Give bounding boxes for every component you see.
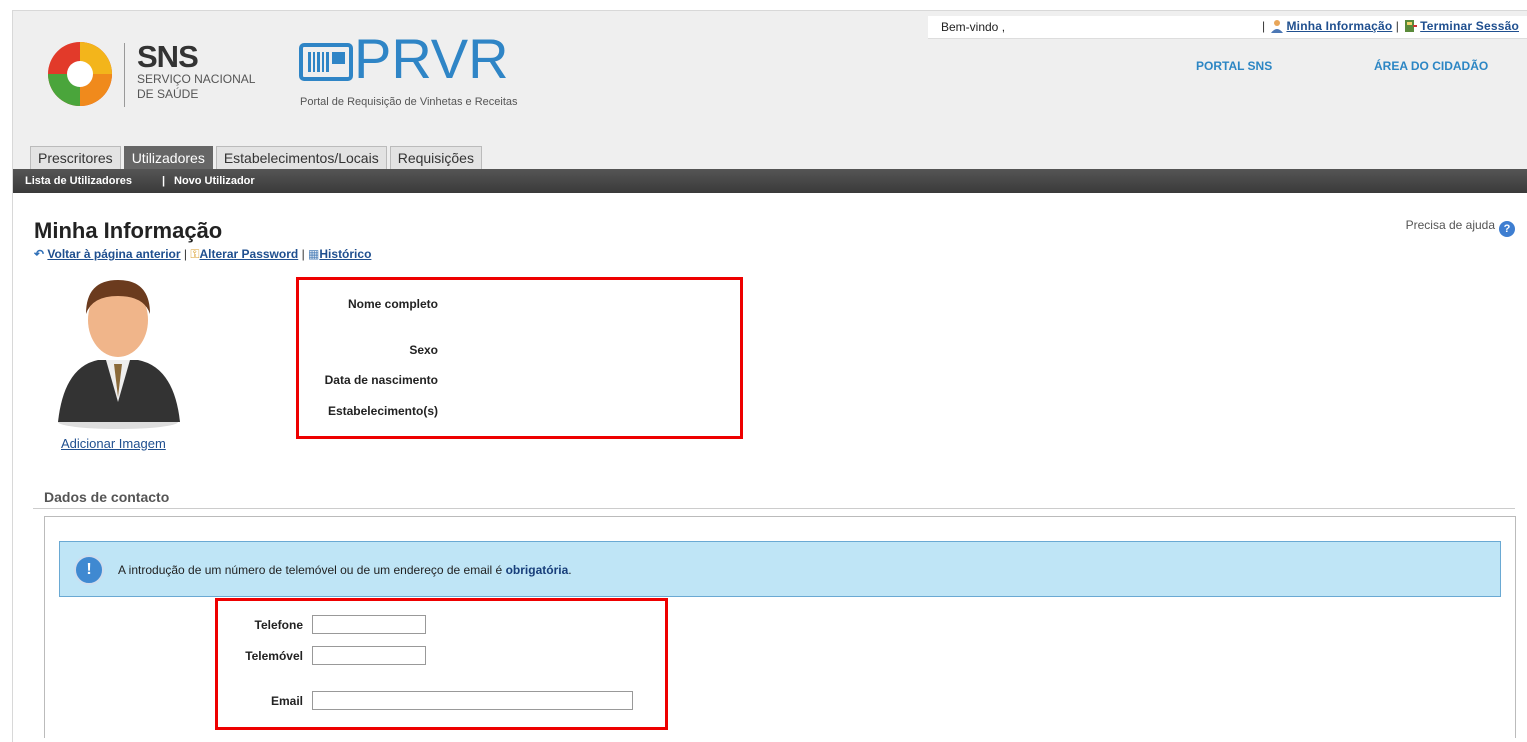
area-cidadao-link[interactable]: ÁREA DO CIDADÃO <box>1374 59 1488 73</box>
novo-utilizador-link[interactable]: Novo Utilizador <box>174 175 255 187</box>
barcode-icon <box>299 43 353 81</box>
prvr-logo-text: PRVR <box>354 27 509 90</box>
main-tabs: Prescritores Utilizadores Estabeleciment… <box>30 146 485 169</box>
help-text: Precisa de ajuda <box>1405 218 1495 232</box>
sns-line1: SERVIÇO NACIONAL <box>137 72 256 86</box>
section-title-contact: Dados de contacto <box>44 489 170 505</box>
separator: | <box>1395 19 1399 33</box>
email-input[interactable] <box>312 691 633 710</box>
alert-bold: obrigatória <box>505 563 569 577</box>
tab-prescritores[interactable]: Prescritores <box>30 146 121 169</box>
section-divider <box>33 508 1515 509</box>
sub-navigation: Lista de Utilizadores | Novo Utilizador <box>13 169 1527 193</box>
sns-title: SNS <box>137 39 199 74</box>
tab-estabelecimentos[interactable]: Estabelecimentos/Locais <box>215 146 387 169</box>
separator: | <box>1262 19 1266 33</box>
calendar-icon: ▦ <box>308 247 320 261</box>
label-sexo: Sexo <box>409 343 438 357</box>
action-links: ↶ Voltar à página anterior | ⚿Alterar Pa… <box>34 247 371 262</box>
label-nome-completo: Nome completo <box>347 297 438 311</box>
terminar-sessao-link[interactable]: Terminar Sessão <box>1420 19 1519 33</box>
label-estabelecimentos: Estabelecimento(s) <box>327 404 438 418</box>
telefone-input[interactable] <box>312 615 426 634</box>
avatar-icon <box>46 272 186 432</box>
prvr-subtitle: Portal de Requisição de Vinhetas e Recei… <box>300 96 518 108</box>
telemovel-input[interactable] <box>312 646 426 665</box>
label-data-nascimento: Data de nascimento <box>324 373 438 387</box>
help-link[interactable]: Precisa de ajuda? <box>1406 218 1515 237</box>
welcome-text: Bem-vindo , <box>941 20 1006 34</box>
add-image-link[interactable]: Adicionar Imagem <box>61 436 166 451</box>
help-icon[interactable]: ? <box>1499 221 1515 237</box>
key-icon: ⚿ <box>190 247 200 261</box>
alert-end: . <box>568 563 572 577</box>
alert-text: A introdução de um número de telemóvel o… <box>118 563 506 577</box>
tab-requisicoes[interactable]: Requisições <box>389 146 482 169</box>
logout-icon <box>1404 19 1418 33</box>
info-alert: ! A introdução de um número de telemóvel… <box>59 541 1501 597</box>
back-link[interactable]: Voltar à página anterior <box>47 247 180 261</box>
label-telemovel: Telemóvel <box>245 649 303 663</box>
separator: | <box>301 247 305 261</box>
exclamation-icon: ! <box>74 555 104 585</box>
portal-sns-link[interactable]: PORTAL SNS <box>1196 59 1272 73</box>
label-telefone: Telefone <box>254 618 303 632</box>
user-icon <box>1270 19 1284 33</box>
page-title: Minha Informação <box>34 218 223 243</box>
label-email: Email <box>270 694 303 708</box>
separator: | <box>162 175 166 187</box>
lista-utilizadores-link[interactable]: Lista de Utilizadores <box>25 175 132 187</box>
sns-line2: DE SAÚDE <box>137 87 199 101</box>
tab-utilizadores[interactable]: Utilizadores <box>123 146 213 169</box>
sns-logo-icon <box>46 40 114 108</box>
minha-informacao-link[interactable]: Minha Informação <box>1286 19 1392 33</box>
sns-logo-text: SNS SERVIÇO NACIONAL DE SAÚDE <box>124 39 267 107</box>
alert-message: A introdução de um número de telemóvel o… <box>118 563 572 577</box>
back-arrow-icon: ↶ <box>34 247 45 261</box>
separator: | <box>183 247 188 261</box>
history-link[interactable]: Histórico <box>319 247 371 261</box>
user-links: | Minha Informação | Terminar Sessão <box>1262 19 1519 33</box>
change-password-link[interactable]: Alterar Password <box>200 247 299 261</box>
